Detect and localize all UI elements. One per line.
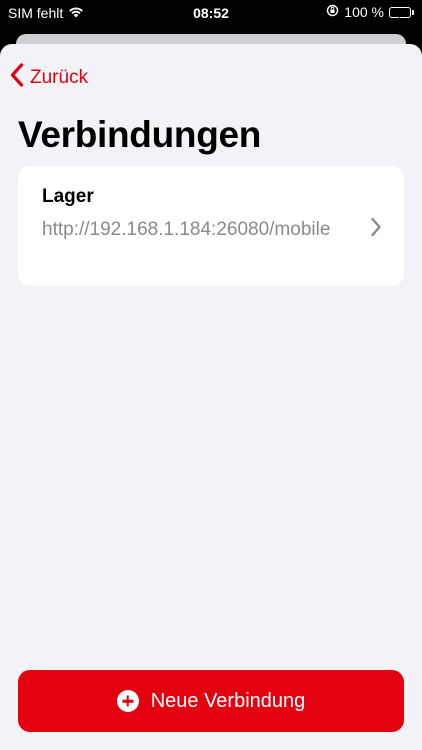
connection-name: Lager (42, 186, 94, 207)
connection-card[interactable]: Lager http://192.168.1.184:26080/mobile (18, 166, 404, 286)
chevron-left-icon (10, 63, 24, 93)
new-connection-label: Neue Verbindung (150, 689, 306, 712)
orientation-lock-icon (326, 4, 339, 20)
connection-url: http://192.168.1.184:26080/mobile (42, 219, 331, 240)
plus-circle-icon (116, 690, 139, 712)
back-label: Zurück (30, 67, 89, 88)
connections-sheet: Zurück Verbindungen Lager http://192.168… (0, 44, 422, 750)
new-connection-button[interactable]: Neue Verbindung (18, 670, 404, 732)
status-right: 100 % (326, 4, 414, 20)
chevron-right-icon (370, 217, 382, 242)
status-bar: SIM fehlt 08:52 100 % (0, 0, 422, 28)
battery-percent: 100 % (344, 4, 384, 20)
back-button[interactable]: Zurück (10, 63, 88, 93)
battery-charging-icon (389, 6, 414, 19)
page-title: Verbindungen (18, 114, 262, 155)
